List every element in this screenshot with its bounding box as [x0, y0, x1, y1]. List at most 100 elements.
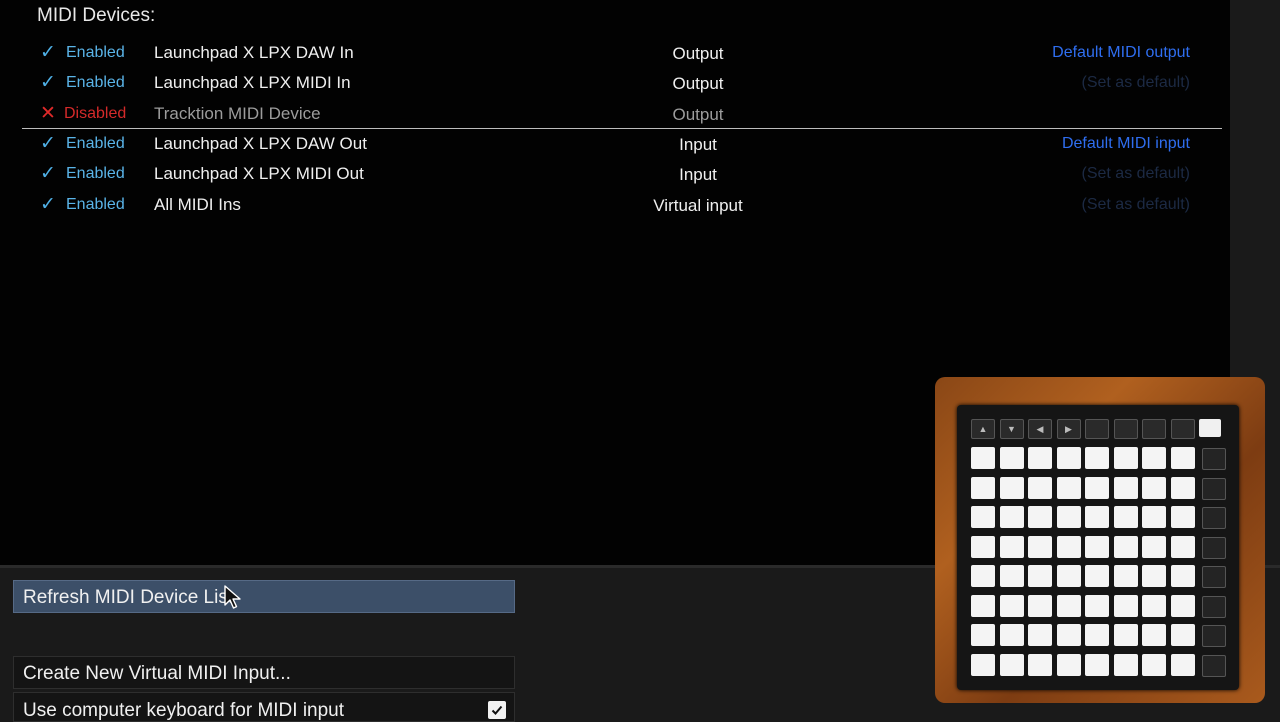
launchpad-pad: [1113, 535, 1138, 558]
create-virtual-midi-input-button[interactable]: Create New Virtual MIDI Input...: [13, 656, 515, 689]
device-name: Launchpad X LPX MIDI In: [154, 73, 351, 92]
launchpad-side-button: [1202, 566, 1226, 588]
set-as-default-link[interactable]: (Set as default): [1082, 74, 1191, 92]
launchpad-pad: [1056, 476, 1081, 499]
launchpad-pad: [1028, 565, 1052, 587]
launchpad-pad: [1056, 535, 1081, 558]
launchpad-top-button: [1113, 419, 1138, 439]
device-name: All MIDI Ins: [154, 195, 241, 214]
launchpad-pad: [1056, 624, 1081, 646]
launchpad-pad: [1142, 476, 1166, 499]
launchpad-side-button: [1202, 448, 1226, 470]
launchpad-pad: [1142, 506, 1166, 528]
launchpad-side-button: [1202, 654, 1226, 677]
launchpad-side-button: [1202, 625, 1226, 647]
launchpad-top-button: [1142, 419, 1166, 439]
launchpad-pad: [971, 653, 995, 676]
device-status-toggle[interactable]: Enabled: [66, 44, 125, 62]
device-row[interactable]: ✕ Disabled Tracktion MIDI Device Output: [22, 100, 1222, 130]
launchpad-pad: [971, 535, 995, 558]
launchpad-pad: [1113, 506, 1138, 528]
launchpad-pad: [1085, 506, 1109, 528]
refresh-button-label: Refresh MIDI Device List: [23, 587, 234, 608]
launchpad-pad: [1170, 624, 1195, 646]
default-device-link[interactable]: Default MIDI output: [1052, 44, 1190, 62]
launchpad-side-button: [1202, 536, 1226, 559]
launchpad-top-button: ◀: [1028, 419, 1052, 439]
device-status-toggle[interactable]: Enabled: [66, 165, 125, 183]
device-row[interactable]: ✓ Enabled Launchpad X LPX DAW Out Input …: [22, 130, 1222, 160]
launchpad-top-button: [1085, 419, 1109, 439]
create-button-label: Create New Virtual MIDI Input...: [23, 663, 291, 684]
device-row[interactable]: ✓ Enabled All MIDI Ins Virtual input (Se…: [22, 191, 1222, 221]
launchpad-top-button: [1170, 419, 1195, 439]
device-status-toggle[interactable]: Enabled: [66, 196, 125, 214]
check-icon: ✓: [40, 42, 56, 63]
launchpad-pad: [971, 447, 995, 469]
launchpad-pad: [971, 506, 995, 528]
launchpad-pad: [1113, 476, 1138, 499]
launchpad-pad: [1113, 447, 1138, 469]
launchpad-pad: [971, 565, 995, 587]
launchpad-pad: [999, 476, 1024, 499]
device-type: Output: [672, 44, 724, 63]
launchpad-device: ▲ ▼ ◀ ▶: [957, 405, 1239, 690]
launchpad-pad: [1142, 535, 1166, 558]
set-as-default-link[interactable]: (Set as default): [1082, 196, 1191, 214]
launchpad-pad: [1085, 447, 1109, 469]
launchpad-pad: [999, 506, 1024, 528]
launchpad-top-button: ▲: [971, 419, 995, 439]
launchpad-pad: [1028, 594, 1052, 617]
launchpad-logo-icon: [1199, 419, 1221, 437]
launchpad-top-button: ▶: [1056, 419, 1081, 439]
device-row[interactable]: ✓ Enabled Launchpad X LPX MIDI Out Input…: [22, 160, 1222, 190]
device-name: Launchpad X LPX MIDI Out: [154, 164, 364, 183]
device-name: Tracktion MIDI Device: [154, 104, 321, 123]
computer-keyboard-checkbox[interactable]: [488, 701, 506, 719]
set-as-default-link[interactable]: (Set as default): [1082, 165, 1191, 183]
device-type: Input: [679, 135, 717, 154]
device-row[interactable]: ✓ Enabled Launchpad X LPX MIDI In Output…: [22, 69, 1222, 99]
refresh-midi-device-list-button[interactable]: Refresh MIDI Device List: [13, 580, 515, 613]
launchpad-pad: [1056, 447, 1081, 469]
device-row[interactable]: ✓ Enabled Launchpad X LPX DAW In Output …: [22, 39, 1222, 69]
cross-icon: ✕: [40, 103, 56, 124]
launchpad-pad: [999, 653, 1024, 676]
launchpad-pad: [971, 624, 995, 646]
launchpad-side-button: [1202, 595, 1226, 618]
device-status-toggle[interactable]: Disabled: [64, 105, 126, 123]
launchpad-pad: [1085, 476, 1109, 499]
launchpad-pad: [1056, 594, 1081, 617]
launchpad-pad: [1113, 565, 1138, 587]
launchpad-top-button: ▼: [999, 419, 1024, 439]
launchpad-pad: [1028, 506, 1052, 528]
launchpad-pad: [999, 535, 1024, 558]
launchpad-pad: [1028, 476, 1052, 499]
output-input-divider: [22, 128, 1222, 129]
device-type: Input: [679, 165, 717, 184]
launchpad-pad: [1170, 506, 1195, 528]
launchpad-pad: [1170, 447, 1195, 469]
launchpad-pad: [1142, 594, 1166, 617]
launchpad-pad: [971, 476, 995, 499]
check-icon: ✓: [40, 72, 56, 93]
device-status-toggle[interactable]: Enabled: [66, 135, 125, 153]
checkmark-icon: [491, 705, 503, 715]
launchpad-pad: [1056, 653, 1081, 676]
device-name: Launchpad X LPX DAW In: [154, 43, 354, 62]
check-icon: ✓: [40, 163, 56, 184]
midi-devices-title: MIDI Devices:: [37, 5, 156, 26]
launchpad-pad: [1142, 565, 1166, 587]
computer-keyboard-midi-toggle[interactable]: Use computer keyboard for MIDI input: [13, 692, 515, 722]
launchpad-pad: [1085, 624, 1109, 646]
launchpad-pad: [1113, 653, 1138, 676]
device-status-toggle[interactable]: Enabled: [66, 74, 125, 92]
launchpad-pad: [1170, 535, 1195, 558]
launchpad-pad: [1170, 476, 1195, 499]
launchpad-pad: [1085, 565, 1109, 587]
launchpad-pad: [999, 624, 1024, 646]
launchpad-pad: [1113, 624, 1138, 646]
launchpad-pad: [1085, 535, 1109, 558]
launchpad-pad: [971, 594, 995, 617]
default-device-link[interactable]: Default MIDI input: [1062, 135, 1190, 153]
